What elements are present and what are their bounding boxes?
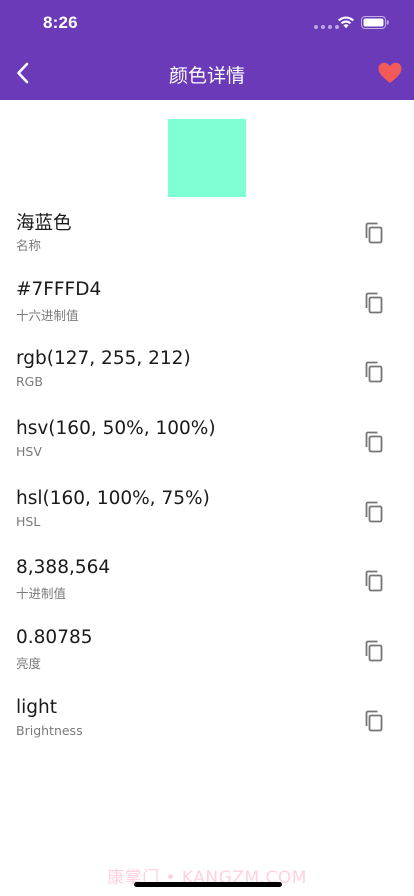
detail-label: HSL	[16, 513, 41, 529]
copy-button[interactable]	[360, 358, 388, 386]
detail-label: 亮度	[16, 656, 42, 672]
screen: 8:26 颜色详情 海蓝色 名称 #7FFFD4 十六进制值 rgb(127, …	[0, 0, 414, 896]
copy-button[interactable]	[360, 707, 388, 735]
detail-label: RGB	[16, 374, 43, 390]
detail-item-luminance: 0.80785 亮度	[0, 615, 414, 685]
copy-icon	[365, 361, 383, 383]
detail-item-decimal: 8,388,564 十进制值	[0, 545, 414, 615]
copy-icon	[365, 710, 383, 732]
cellular-signal-icon	[314, 25, 339, 29]
copy-icon	[365, 571, 383, 592]
detail-item-name: 海蓝色 名称	[0, 197, 414, 267]
status-time: 8:26	[43, 13, 78, 32]
status-bar: 8:26	[0, 0, 414, 46]
app-bar: 颜色详情	[0, 46, 414, 100]
detail-value: 0.80785	[16, 627, 93, 649]
detail-label: HSV	[16, 444, 42, 460]
copy-button[interactable]	[360, 219, 388, 247]
detail-item-rgb: rgb(127, 255, 212) RGB	[0, 336, 414, 406]
copy-icon	[365, 222, 383, 244]
top-bar: 8:26 颜色详情	[0, 0, 414, 100]
battery-icon	[361, 16, 389, 29]
copy-button[interactable]	[360, 498, 388, 526]
home-indicator[interactable]	[134, 882, 282, 887]
copy-button[interactable]	[360, 428, 388, 456]
copy-icon	[365, 640, 383, 662]
color-swatch	[168, 119, 246, 197]
copy-button[interactable]	[360, 637, 388, 665]
detail-value: 8,388,564	[16, 557, 111, 579]
copy-button[interactable]	[360, 289, 388, 317]
page-title: 颜色详情	[168, 65, 245, 87]
color-detail-list: 海蓝色 名称 #7FFFD4 十六进制值 rgb(127, 255, 212) …	[0, 197, 414, 755]
detail-item-brightness: light Brightness	[0, 685, 414, 755]
detail-value: hsv(160, 50%, 100%)	[16, 418, 216, 440]
detail-value: 海蓝色	[16, 213, 72, 234]
copy-button[interactable]	[360, 567, 388, 595]
copy-icon	[365, 431, 383, 453]
detail-value: rgb(127, 255, 212)	[16, 348, 191, 370]
favorite-button[interactable]	[376, 59, 404, 87]
copy-icon	[365, 501, 383, 523]
detail-item-hsv: hsv(160, 50%, 100%) HSV	[0, 406, 414, 476]
detail-item-hsl: hsl(160, 100%, 75%) HSL	[0, 476, 414, 546]
detail-label: 十六进制值	[16, 307, 79, 323]
detail-value: hsl(160, 100%, 75%)	[16, 487, 210, 509]
copy-icon	[365, 292, 383, 314]
detail-label: Brightness	[16, 722, 83, 738]
wifi-icon	[338, 16, 354, 29]
detail-label: 名称	[16, 238, 42, 253]
detail-label: 十进制值	[16, 586, 67, 602]
detail-item-hex: #7FFFD4 十六进制值	[0, 267, 414, 337]
detail-value: light	[16, 696, 58, 718]
heart-icon	[378, 62, 402, 83]
detail-value: #7FFFD4	[16, 278, 102, 300]
